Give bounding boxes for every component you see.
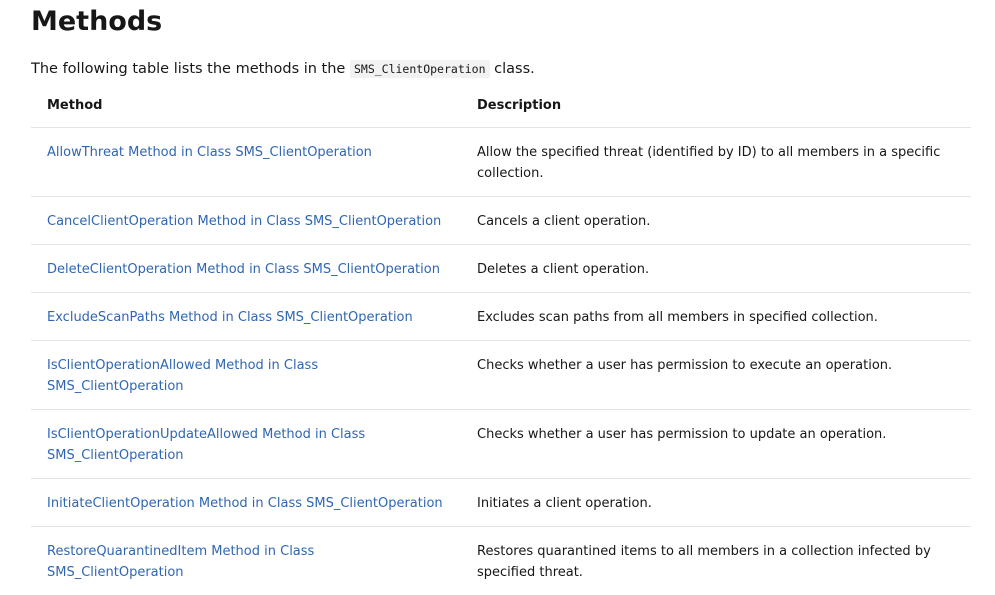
method-cell: RestoreQuarantinedItem Method in Class S… <box>31 527 461 595</box>
table-row: DeleteClientOperation Method in Class SM… <box>31 245 971 293</box>
intro-text-after: class. <box>490 61 535 77</box>
column-header-description: Description <box>461 86 971 128</box>
method-cell: ExcludeScanPaths Method in Class SMS_Cli… <box>31 293 461 341</box>
class-name-code: SMS_ClientOperation <box>350 60 490 78</box>
table-row: IsClientOperationUpdateAllowed Method in… <box>31 410 971 479</box>
table-row: RestoreQuarantinedItem Method in Class S… <box>31 527 971 595</box>
description-cell: Checks whether a user has permission to … <box>461 410 971 479</box>
table-row: AllowThreat Method in Class SMS_ClientOp… <box>31 128 971 197</box>
method-link-excludescanpaths[interactable]: ExcludeScanPaths Method in Class SMS_Cli… <box>47 310 413 325</box>
method-cell: CancelClientOperation Method in Class SM… <box>31 197 461 245</box>
description-cell: Deletes a client operation. <box>461 245 971 293</box>
method-link-isclientoperationallowed[interactable]: IsClientOperationAllowed Method in Class… <box>47 358 318 394</box>
method-link-cancelclientoperation[interactable]: CancelClientOperation Method in Class SM… <box>47 214 441 229</box>
description-cell: Allow the specified threat (identified b… <box>461 128 971 197</box>
method-link-allowthreat[interactable]: AllowThreat Method in Class SMS_ClientOp… <box>47 145 372 160</box>
method-link-initiateclientoperation[interactable]: InitiateClientOperation Method in Class … <box>47 496 443 511</box>
methods-table: Method Description AllowThreat Method in… <box>31 86 971 595</box>
table-row: IsClientOperationAllowed Method in Class… <box>31 341 971 410</box>
table-row: InitiateClientOperation Method in Class … <box>31 479 971 527</box>
method-link-isclientoperationupdateallowed[interactable]: IsClientOperationUpdateAllowed Method in… <box>47 427 365 463</box>
method-link-restorequarantineditem[interactable]: RestoreQuarantinedItem Method in Class S… <box>47 544 314 580</box>
table-row: ExcludeScanPaths Method in Class SMS_Cli… <box>31 293 971 341</box>
description-cell: Restores quarantined items to all member… <box>461 527 971 595</box>
page-title: Methods <box>31 4 162 40</box>
description-cell: Initiates a client operation. <box>461 479 971 527</box>
description-cell: Checks whether a user has permission to … <box>461 341 971 410</box>
method-cell: IsClientOperationUpdateAllowed Method in… <box>31 410 461 479</box>
table-header-row: Method Description <box>31 86 971 128</box>
intro-paragraph: The following table lists the methods in… <box>31 58 535 80</box>
method-cell: DeleteClientOperation Method in Class SM… <box>31 245 461 293</box>
method-cell: IsClientOperationAllowed Method in Class… <box>31 341 461 410</box>
method-cell: AllowThreat Method in Class SMS_ClientOp… <box>31 128 461 197</box>
table-row: CancelClientOperation Method in Class SM… <box>31 197 971 245</box>
intro-text-before: The following table lists the methods in… <box>31 61 350 77</box>
description-cell: Excludes scan paths from all members in … <box>461 293 971 341</box>
method-link-deleteclientoperation[interactable]: DeleteClientOperation Method in Class SM… <box>47 262 440 277</box>
column-header-method: Method <box>31 86 461 128</box>
description-cell: Cancels a client operation. <box>461 197 971 245</box>
method-cell: InitiateClientOperation Method in Class … <box>31 479 461 527</box>
